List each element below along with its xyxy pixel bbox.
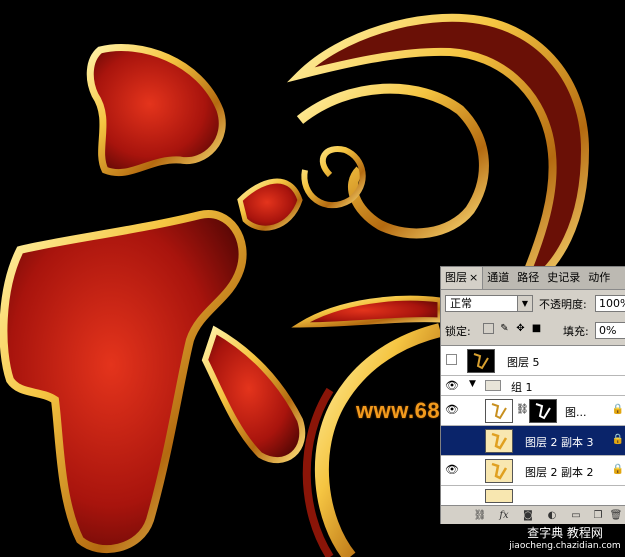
layer-name: 图层 5	[507, 356, 540, 369]
tab-paths[interactable]: 路径	[513, 267, 543, 289]
layer-mask-thumbnail[interactable]	[529, 399, 557, 423]
eye-icon[interactable]: 👁	[445, 404, 459, 416]
tab-actions[interactable]: 动作	[584, 267, 614, 289]
footer-watermark-line1: 查字典 教程网	[527, 526, 603, 540]
layer-thumbnail-partial	[485, 489, 513, 503]
lock-icon[interactable]: ■	[531, 323, 542, 334]
tab-channels[interactable]: 通道	[483, 267, 513, 289]
panel-bottom-toolbar: ⛓ fx ◙ ◐ ▭ ❐ 🗑	[441, 505, 625, 524]
chevron-down-icon[interactable]: ▼	[469, 379, 476, 389]
chevron-down-icon[interactable]: ▼	[517, 296, 532, 311]
layers-list: 图层 5 👁 ▼ 组 1 👁 ⛓ 图... 🔒 图层 2 副本 3 🔒 👁 图层…	[441, 345, 625, 506]
lock-icon: 🔒	[611, 464, 624, 475]
opacity-input[interactable]: 100%	[595, 295, 625, 312]
footer-watermark-line2: jiaocheng.chazidian.com	[509, 541, 621, 551]
eye-icon[interactable]: 👁	[445, 380, 459, 392]
move-icon[interactable]: ✥	[515, 323, 526, 334]
add-mask-icon[interactable]: ◙	[521, 509, 535, 523]
layer-row-copy2[interactable]: 👁 图层 2 副本 2 🔒	[441, 456, 625, 486]
lock-transparency-icon[interactable]	[483, 323, 494, 334]
visibility-toggle-empty[interactable]	[446, 354, 457, 365]
adjustment-layer-icon[interactable]: ◐	[545, 509, 559, 523]
tab-layers-label: 图层	[445, 271, 467, 284]
lock-label: 锁定:	[445, 325, 471, 338]
layer-row-group1[interactable]: 👁 ▼ 组 1	[441, 376, 625, 396]
tab-layers[interactable]: 图层 ×	[441, 267, 484, 289]
layer-name: 图层 2 副本 3	[525, 436, 594, 449]
trash-icon[interactable]: 🗑	[609, 509, 623, 523]
blend-mode-value: 正常	[450, 297, 472, 310]
brush-icon[interactable]: ✎	[499, 323, 510, 334]
lock-icon: 🔒	[611, 434, 624, 445]
panel-tabs: 图层 × 通道 路径 史记录 动作	[441, 267, 625, 290]
eye-icon[interactable]: 👁	[445, 464, 459, 476]
blend-mode-select[interactable]: 正常 ▼	[445, 295, 533, 312]
layers-panel: 图层× 通道 路径 史记录 动作 正常 ▼ 不透明度: 100% 锁定: ✎ ✥…	[440, 266, 625, 524]
fill-label: 填充:	[563, 325, 589, 338]
fill-input[interactable]: 0%	[595, 322, 625, 339]
fx-icon[interactable]: fx	[497, 509, 511, 523]
opacity-label: 不透明度:	[539, 298, 587, 311]
link-layers-icon[interactable]: ⛓	[473, 509, 487, 523]
link-icon[interactable]: ⛓	[516, 404, 529, 415]
layer-name: 图层 2 副本 2	[525, 466, 594, 479]
group-name: 组 1	[511, 381, 533, 394]
layer-row-partial[interactable]	[441, 486, 625, 506]
layer-row-layer5[interactable]: 图层 5	[441, 346, 625, 376]
lock-icon: 🔒	[611, 404, 624, 415]
layer-thumbnail-fu-dark	[467, 349, 495, 373]
tab-history[interactable]: 史记录	[543, 267, 584, 289]
folder-icon	[485, 380, 501, 391]
folder-icon[interactable]: ▭	[569, 509, 583, 523]
layer-row-masked[interactable]: 👁 ⛓ 图... 🔒	[441, 396, 625, 426]
close-icon[interactable]: ×	[469, 271, 478, 284]
eye-icon[interactable]	[445, 434, 459, 446]
layer-thumbnail-fu-gold	[485, 459, 513, 483]
layer-row-copy3[interactable]: 图层 2 副本 3 🔒	[441, 426, 625, 456]
new-layer-icon[interactable]: ❐	[591, 509, 605, 523]
layer-thumbnail-fu-mask	[485, 399, 513, 423]
layer-thumbnail-fu-gold	[485, 429, 513, 453]
footer-watermark: 查字典 教程网 jiaocheng.chazidian.com	[506, 527, 624, 557]
layer-name: 图...	[565, 406, 587, 419]
